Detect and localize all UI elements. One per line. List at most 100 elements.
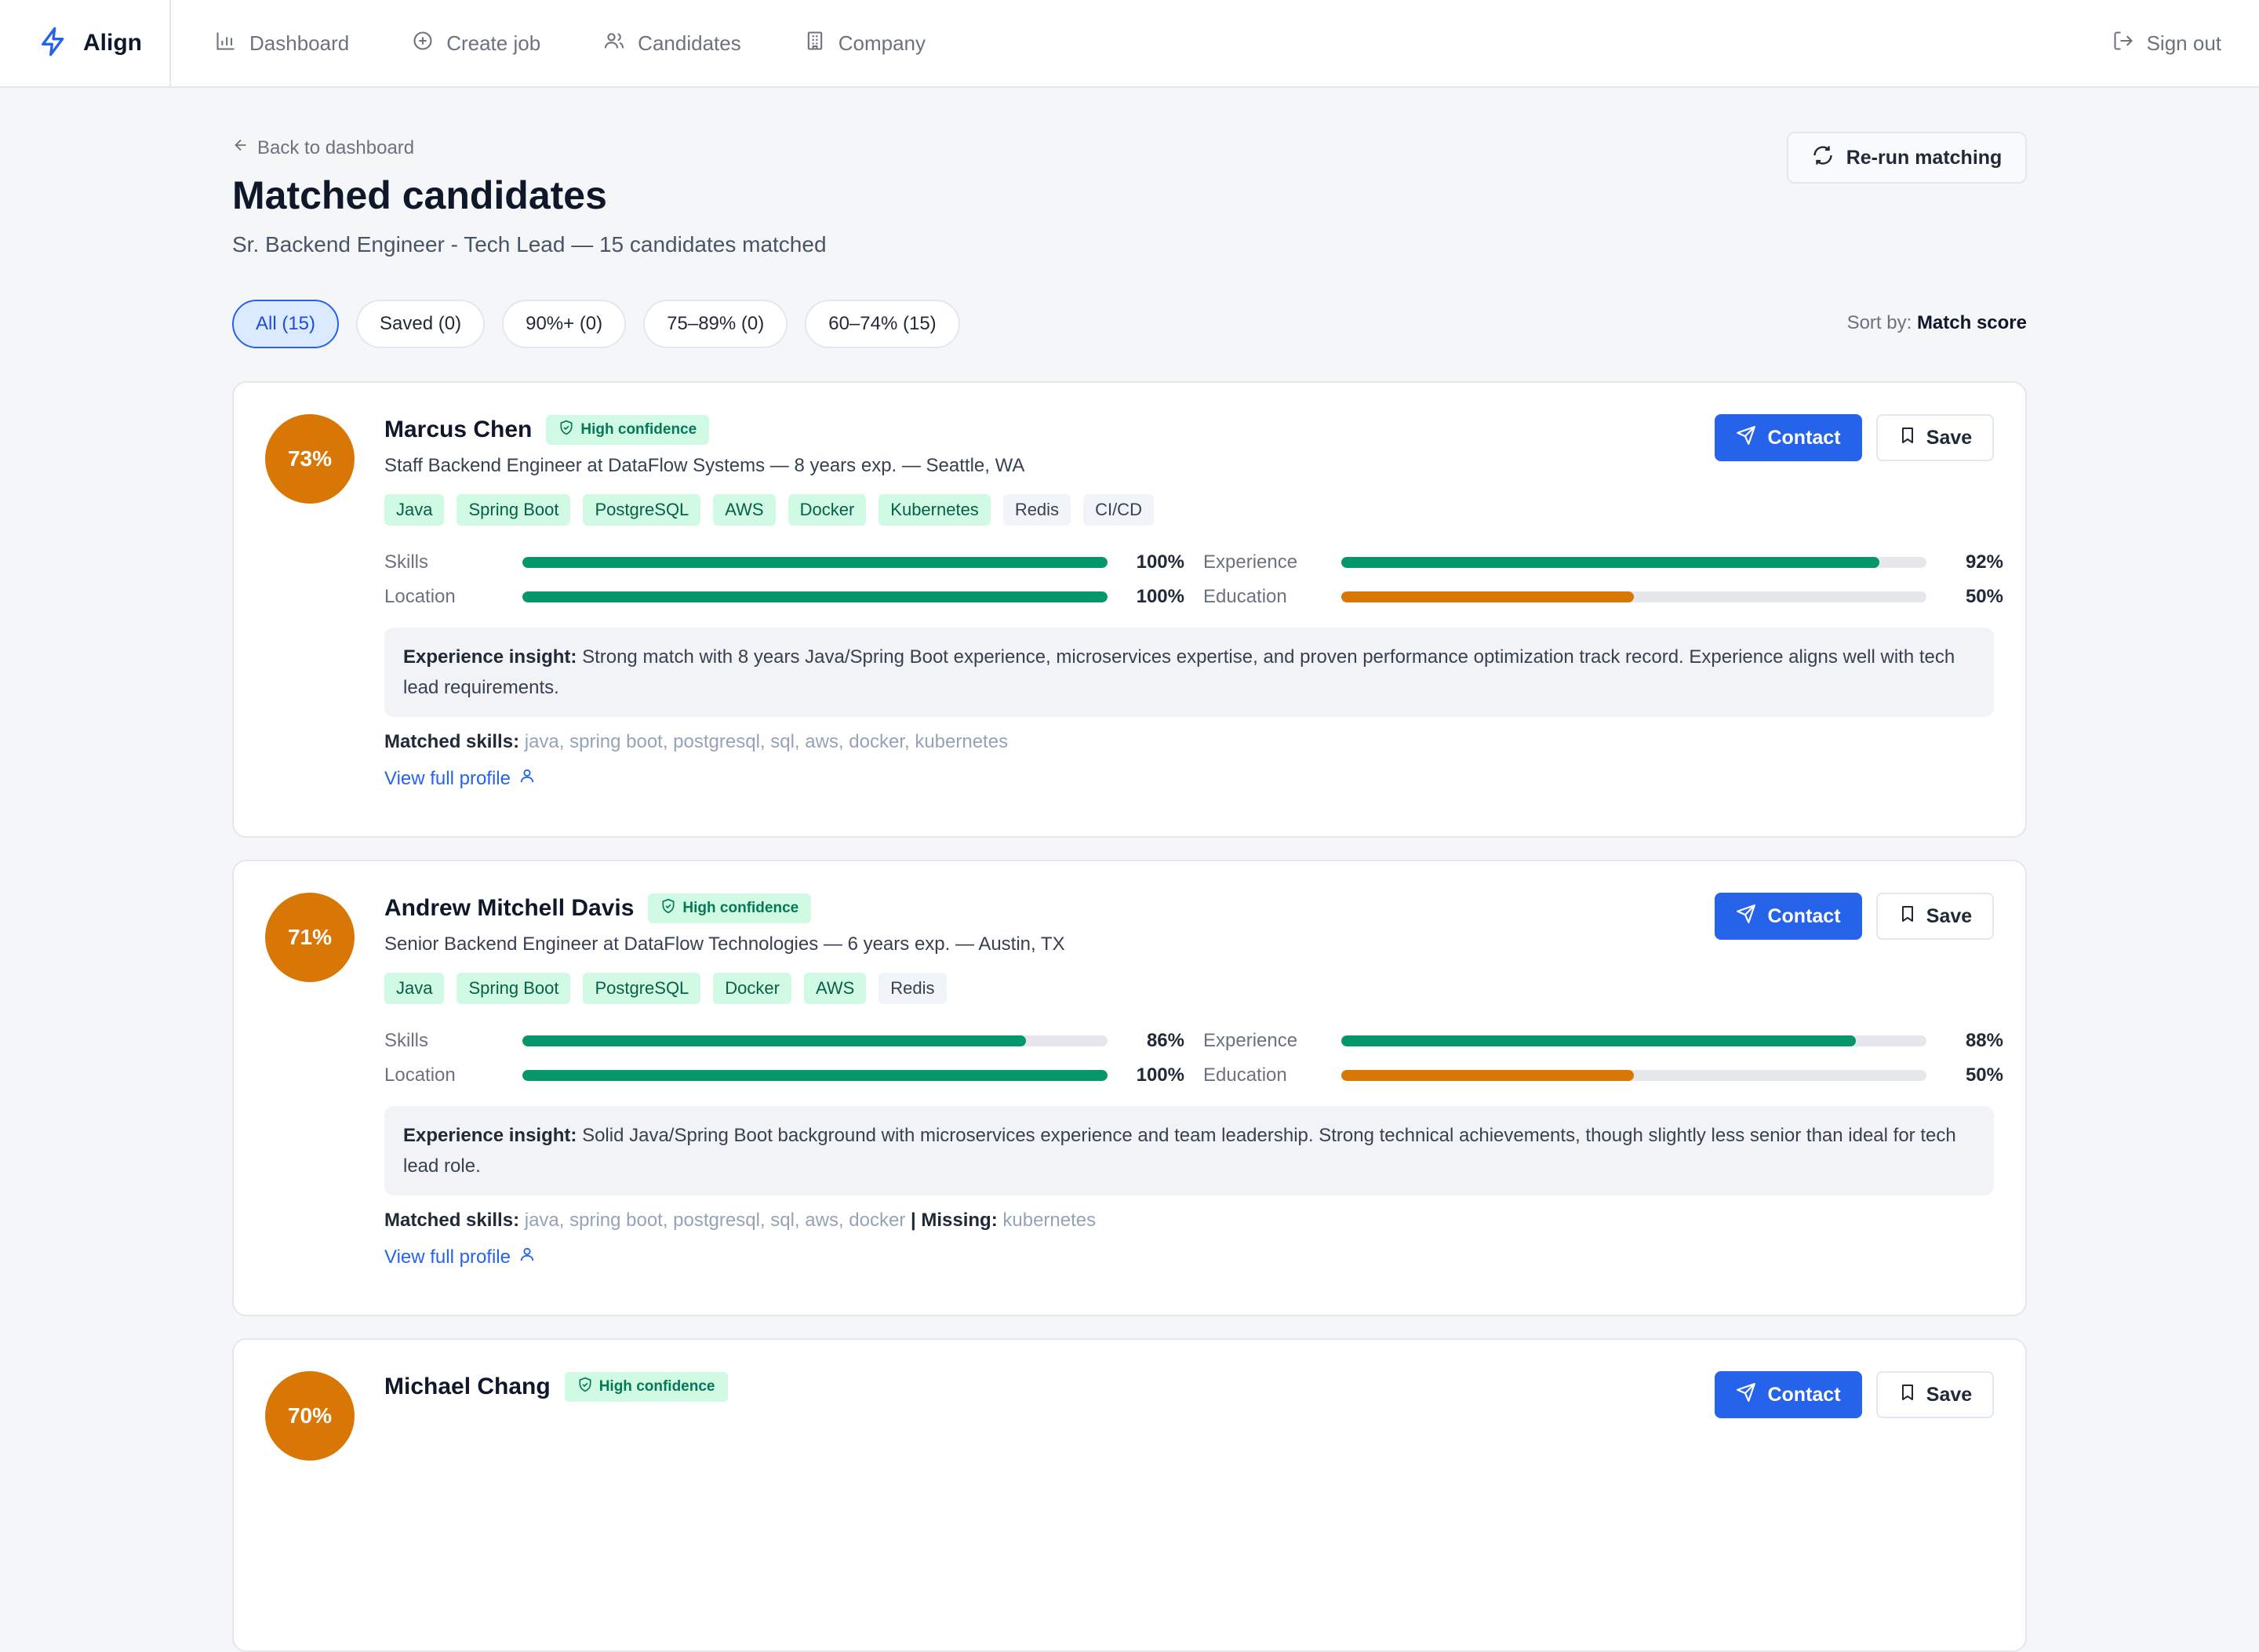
metric-value: 100% [1136, 551, 1184, 573]
confidence-badge: High confidence [564, 1372, 728, 1402]
progress-bar [1341, 1070, 1926, 1081]
filter-60-74[interactable]: 60–74% (15) [805, 300, 960, 348]
filter-all[interactable]: All (15) [232, 300, 340, 348]
send-icon [1736, 1382, 1767, 1408]
back-to-dashboard-link[interactable]: Back to dashboard [232, 136, 414, 159]
view-profile-label: View full profile [384, 767, 511, 789]
insight-label: Experience insight: [403, 1125, 577, 1146]
matched-label: Matched skills: [384, 731, 520, 752]
sort-by[interactable]: Sort by: Match score [1847, 312, 2027, 334]
card-actions: Contact Save [1715, 414, 1994, 461]
contact-button[interactable]: Contact [1715, 414, 1862, 461]
progress-bar [1341, 1035, 1926, 1046]
skill-tag: Docker [713, 973, 791, 1004]
contact-button[interactable]: Contact [1715, 893, 1862, 940]
filter-saved[interactable]: Saved (0) [356, 300, 486, 348]
matched-list: java, spring boot, postgresql, sql, aws,… [524, 731, 1009, 752]
score-breakdown: Skills 100% Experience 92% Location 100%… [384, 551, 2003, 609]
nav-label: Candidates [638, 31, 741, 55]
progress-bar [1341, 557, 1926, 568]
nav-label: Company [838, 31, 926, 55]
candidate-name: Andrew Mitchell Davis [384, 895, 635, 921]
metric-value: 92% [1965, 551, 2003, 573]
metric-label: Location [384, 586, 456, 607]
progress-bar [1341, 591, 1926, 602]
bookmark-icon [1898, 426, 1926, 450]
skill-tag: PostgreSQL [583, 494, 701, 526]
metric-value: 50% [1965, 1064, 2003, 1086]
nav-item-candidates[interactable]: Candidates [603, 30, 741, 57]
candidate-body: Andrew Mitchell Davis High confidence Se… [384, 891, 2003, 1268]
filter-75-89[interactable]: 75–89% (0) [643, 300, 788, 348]
skill-tag: Java [384, 973, 445, 1004]
skill-tags: Java Spring Boot PostgreSQL Docker AWS R… [384, 973, 1994, 1004]
nav-item-dashboard[interactable]: Dashboard [215, 30, 349, 57]
top-nav-bar: Align Dashboard Create job Candidates Co… [0, 0, 2259, 88]
rerun-matching-button[interactable]: Re-run matching [1787, 132, 2027, 184]
insight-text: Solid Java/Spring Boot background with m… [403, 1125, 1956, 1177]
candidate-name: Michael Chang [384, 1374, 551, 1399]
arrow-left-icon [232, 136, 257, 159]
progress-fill [1341, 557, 1880, 568]
skill-tag: Redis [1002, 494, 1071, 526]
save-button[interactable]: Save [1876, 893, 1994, 940]
matched-skills: Matched skills: java, spring boot, postg… [384, 1210, 1994, 1232]
send-icon [1736, 904, 1767, 930]
metric-label: Education [1203, 1064, 1287, 1086]
brand[interactable]: Align [0, 0, 171, 86]
metric-label: Experience [1203, 551, 1298, 573]
missing-label: | Missing: [910, 1210, 998, 1231]
contact-label: Contact [1767, 426, 1841, 449]
filter-pills: All (15) Saved (0) 90%+ (0) 75–89% (0) 6… [232, 300, 977, 348]
filter-90-plus[interactable]: 90%+ (0) [502, 300, 627, 348]
nav-item-create-job[interactable]: Create job [412, 30, 540, 57]
contact-button[interactable]: Contact [1715, 1371, 1862, 1418]
matched-skills: Matched skills: java, spring boot, postg… [384, 731, 1994, 753]
progress-fill [1341, 591, 1634, 602]
sign-out-icon [2112, 30, 2147, 57]
experience-insight: Experience insight: Strong match with 8 … [384, 628, 1994, 717]
confidence-label: High confidence [580, 421, 697, 438]
progress-fill [522, 591, 1108, 602]
back-label: Back to dashboard [257, 136, 415, 158]
metric-location: Location 100% [384, 585, 1203, 609]
save-button[interactable]: Save [1876, 1371, 1994, 1418]
metric-label: Location [384, 1064, 456, 1086]
lightning-bolt-icon [38, 26, 69, 61]
sort-value: Match score [1916, 312, 2027, 333]
save-button[interactable]: Save [1876, 414, 1994, 461]
view-full-profile-link[interactable]: View full profile [384, 1246, 1994, 1268]
building-icon [804, 30, 838, 57]
metric-skills: Skills 100% [384, 551, 1203, 574]
skill-tag: Spring Boot [457, 494, 571, 526]
user-icon [511, 1246, 536, 1268]
insight-label: Experience insight: [403, 646, 577, 668]
metric-label: Skills [384, 1030, 429, 1051]
metric-value: 86% [1146, 1030, 1184, 1051]
progress-fill [1341, 1070, 1634, 1081]
metric-value: 100% [1136, 586, 1184, 607]
contact-label: Contact [1767, 1383, 1841, 1406]
progress-fill [522, 1070, 1108, 1081]
nav-label: Dashboard [249, 31, 350, 55]
metric-value: 100% [1136, 1064, 1184, 1086]
refresh-icon [1812, 144, 1846, 172]
progress-fill [1341, 1035, 1857, 1046]
matched-list: java, spring boot, postgresql, sql, aws,… [524, 1210, 906, 1231]
rerun-label: Re-run matching [1846, 146, 2003, 169]
plus-circle-icon [412, 30, 446, 57]
progress-bar [522, 1070, 1108, 1081]
bar-chart-icon [215, 30, 249, 57]
view-full-profile-link[interactable]: View full profile [384, 767, 1994, 790]
metric-label: Education [1203, 586, 1287, 607]
nav-item-company[interactable]: Company [804, 30, 926, 57]
metric-location: Location 100% [384, 1064, 1203, 1087]
skill-tag: AWS [803, 973, 867, 1004]
candidate-card: 70% Michael Chang High confidence Contac… [232, 1338, 2027, 1652]
candidate-card: 71% Andrew Mitchell Davis High confidenc… [232, 860, 2027, 1316]
insight-text: Strong match with 8 years Java/Spring Bo… [403, 646, 1955, 698]
main-nav: Dashboard Create job Candidates Company [215, 30, 988, 57]
metric-experience: Experience 88% [1203, 1029, 2006, 1053]
confidence-label: High confidence [598, 1378, 715, 1395]
sign-out-button[interactable]: Sign out [2112, 0, 2221, 86]
